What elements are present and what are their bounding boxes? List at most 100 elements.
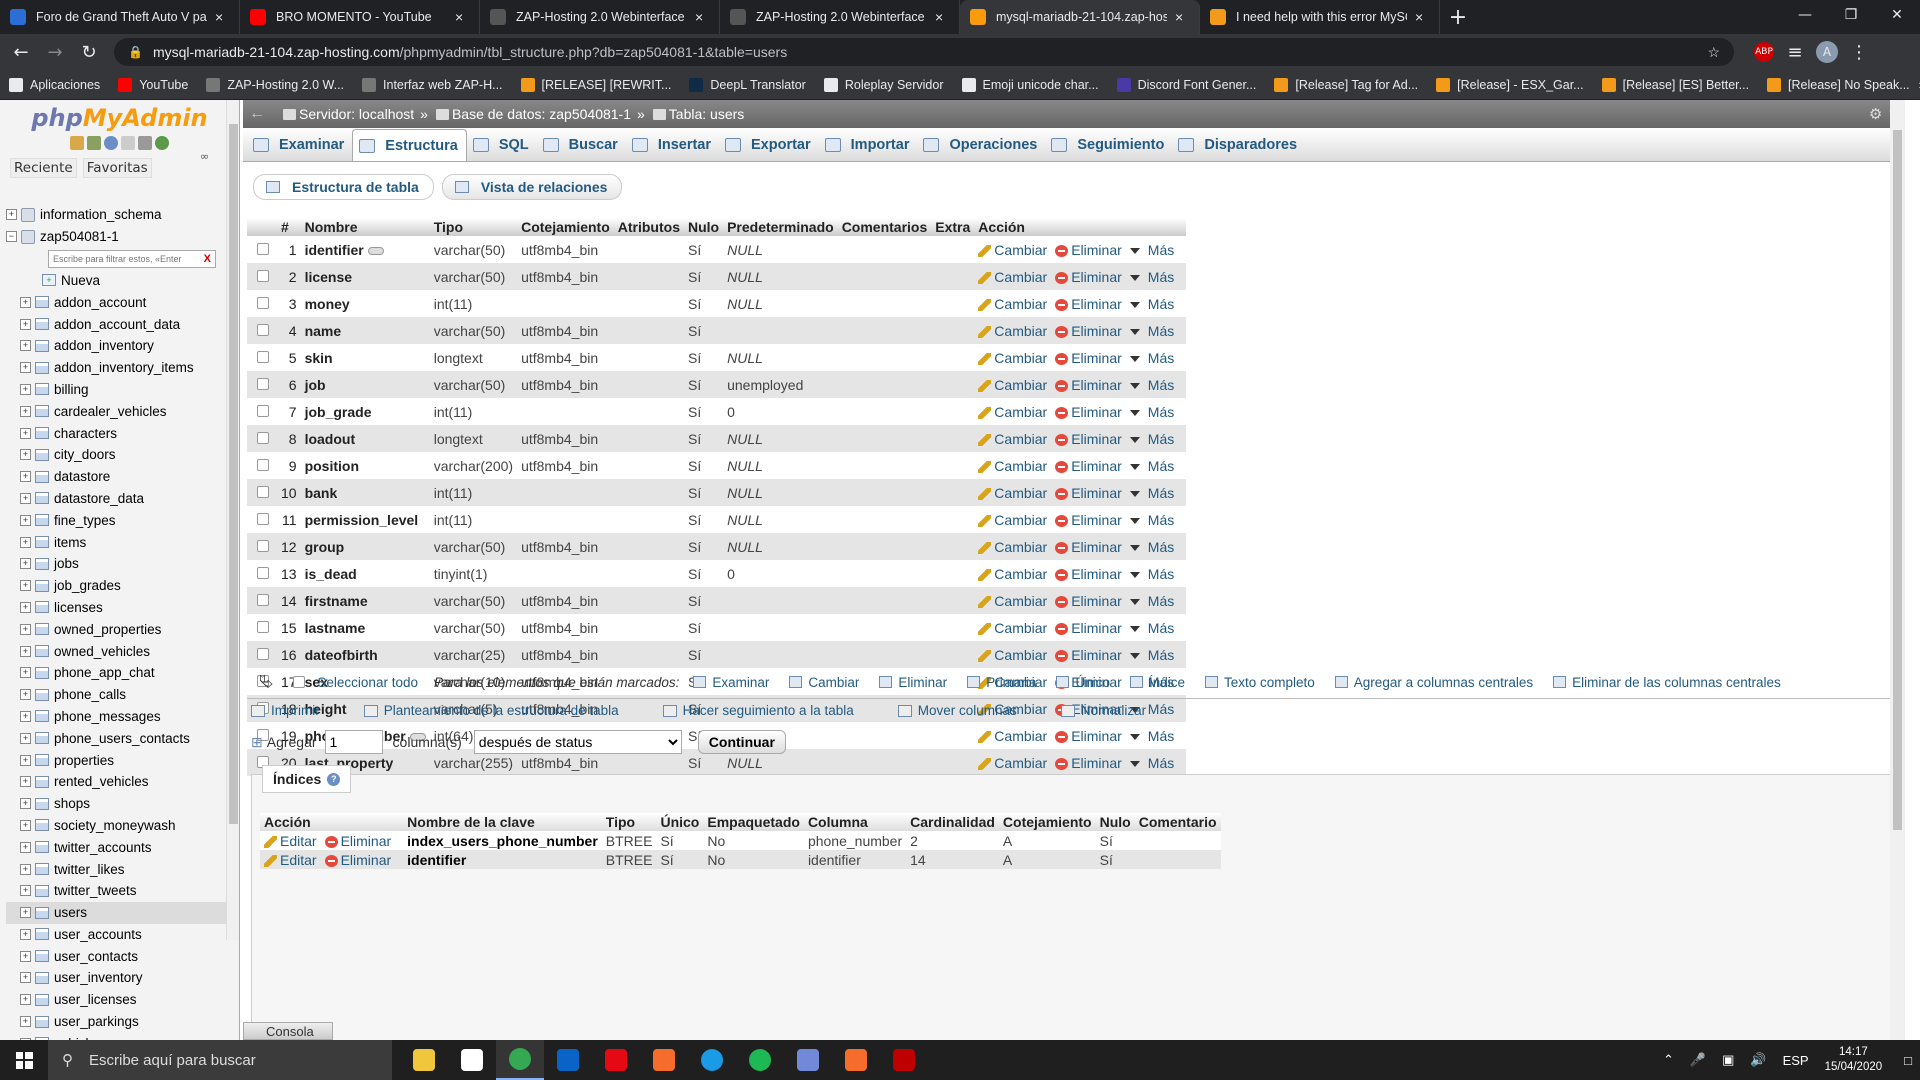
drop-column-link[interactable]: Eliminar: [1055, 728, 1122, 744]
close-tab-icon[interactable]: ×: [695, 9, 709, 25]
change-column-link[interactable]: Cambiar: [978, 296, 1047, 312]
tab-importar[interactable]: Importar: [819, 129, 918, 161]
more-actions-link[interactable]: Más: [1129, 566, 1174, 582]
taskbar-app[interactable]: [832, 1040, 880, 1080]
drop-column-link[interactable]: Eliminar: [1055, 350, 1122, 366]
expand-icon[interactable]: +: [20, 514, 31, 526]
change-column-link[interactable]: Cambiar: [978, 755, 1047, 771]
tab-disparadores[interactable]: Disparadores: [1172, 129, 1305, 161]
row-checkbox[interactable]: [257, 620, 269, 633]
expand-icon[interactable]: +: [20, 362, 31, 374]
column-name[interactable]: money: [305, 296, 350, 312]
column-name[interactable]: firstname: [305, 593, 368, 609]
close-tab-icon[interactable]: ×: [1415, 9, 1429, 25]
row-checkbox[interactable]: [257, 593, 269, 606]
url-field[interactable]: 🔒 mysql-mariadb-21-104.zap-hosting.com /…: [114, 38, 1734, 66]
recent-tab[interactable]: Reciente: [10, 158, 77, 178]
close-tab-icon[interactable]: ×: [215, 9, 229, 25]
column-name[interactable]: job_grade: [305, 404, 372, 420]
drop-column-link[interactable]: Eliminar: [1055, 512, 1122, 528]
home-icon[interactable]: [70, 136, 84, 150]
table-link[interactable]: Normalizar: [1060, 703, 1168, 718]
breadcrumb-table[interactable]: Tabla: users: [669, 106, 744, 122]
back-icon[interactable]: ←: [8, 39, 34, 65]
minimize-icon[interactable]: —: [1782, 0, 1828, 30]
change-column-link[interactable]: Cambiar: [978, 566, 1047, 582]
column-position-select[interactable]: después de status: [473, 730, 682, 754]
more-actions-link[interactable]: Más: [1129, 755, 1174, 771]
tray-chevron-icon[interactable]: ⌃: [1663, 1052, 1674, 1068]
drop-column-link[interactable]: Eliminar: [1055, 242, 1122, 258]
tab-estructura[interactable]: Estructura: [352, 129, 467, 161]
expand-icon[interactable]: +: [20, 558, 31, 570]
navigation-scrollbar[interactable]: [226, 100, 239, 940]
adblock-icon[interactable]: ABP: [1754, 42, 1774, 62]
expand-icon[interactable]: +: [20, 994, 31, 1006]
table-node[interactable]: + addon_account_data: [6, 313, 226, 335]
collapse-link-icon[interactable]: ∞: [200, 150, 209, 163]
bookmark-item[interactable]: Emoji unicode char...: [961, 77, 1099, 92]
change-column-link[interactable]: Cambiar: [978, 593, 1047, 609]
new-table-node[interactable]: + Nueva: [6, 270, 226, 292]
help-icon[interactable]: [104, 136, 118, 150]
table-node[interactable]: + addon_inventory_items: [6, 357, 226, 379]
expand-icon[interactable]: +: [20, 689, 31, 701]
expand-icon[interactable]: +: [20, 1016, 31, 1028]
console-toggle[interactable]: Consola: [243, 1022, 333, 1040]
table-node[interactable]: + users: [6, 901, 226, 924]
bulk-action-button[interactable]: Eliminar: [879, 675, 947, 690]
reload-navigation-icon[interactable]: [155, 136, 169, 150]
browser-tab[interactable]: ZAP-Hosting 2.0 Webinterface - (×: [720, 0, 960, 34]
column-name[interactable]: skin: [305, 350, 333, 366]
start-button[interactable]: [0, 1040, 48, 1080]
row-checkbox[interactable]: [257, 485, 269, 498]
bookmark-item[interactable]: Aplicaciones: [9, 77, 100, 92]
microphone-icon[interactable]: 🎤: [1690, 1052, 1706, 1068]
expand-icon[interactable]: +: [20, 732, 31, 744]
browser-tab[interactable]: BRO MOMENTO - YouTube ×: [240, 0, 480, 34]
table-node[interactable]: + phone_calls: [6, 684, 226, 706]
help-icon[interactable]: ?: [327, 772, 341, 786]
bookmark-item[interactable]: Roleplay Servidor: [823, 77, 944, 92]
bulk-action-button[interactable]: Examinar: [693, 675, 769, 690]
table-node[interactable]: + licenses: [6, 597, 226, 619]
column-name[interactable]: bank: [305, 485, 338, 501]
more-actions-link[interactable]: Más: [1129, 377, 1174, 393]
table-node[interactable]: + job_grades: [6, 575, 226, 597]
tab-seguimiento[interactable]: Seguimiento: [1045, 129, 1172, 161]
browser-tab[interactable]: mysql-mariadb-21-104.zap-hosti ×: [960, 0, 1200, 34]
logout-icon[interactable]: [87, 136, 101, 150]
more-actions-link[interactable]: Más: [1129, 485, 1174, 501]
more-actions-link[interactable]: Más: [1129, 431, 1174, 447]
collapse-icon[interactable]: −: [6, 231, 17, 243]
change-column-link[interactable]: Cambiar: [978, 242, 1047, 258]
tab-examinar[interactable]: Examinar: [247, 129, 352, 161]
table-node[interactable]: + properties: [6, 749, 226, 771]
breadcrumb-database[interactable]: Base de datos: zap504081-1: [452, 106, 631, 122]
more-actions-link[interactable]: Más: [1129, 323, 1174, 339]
more-actions-link[interactable]: Más: [1129, 593, 1174, 609]
table-node[interactable]: + rented_vehicles: [6, 771, 226, 793]
table-link[interactable]: Hacer seguimiento a la tabla: [662, 703, 876, 718]
row-checkbox[interactable]: [257, 431, 269, 444]
forward-icon[interactable]: →: [42, 39, 68, 65]
expand-icon[interactable]: +: [20, 819, 31, 831]
select-all-checkbox[interactable]: [293, 676, 306, 688]
taskbar-search[interactable]: ⚲ Escribe aquí para buscar: [48, 1040, 392, 1080]
table-node[interactable]: + society_moneywash: [6, 815, 226, 837]
taskbar-app[interactable]: [400, 1040, 448, 1080]
drop-column-link[interactable]: Eliminar: [1055, 323, 1122, 339]
drop-column-link[interactable]: Eliminar: [1055, 566, 1122, 582]
expand-icon[interactable]: +: [20, 907, 31, 919]
table-filter-input[interactable]: Escribe para filtrar estos, «Enter X: [48, 249, 216, 268]
settings-icon[interactable]: [138, 136, 152, 150]
column-name[interactable]: group: [305, 539, 345, 555]
drop-index-link[interactable]: Eliminar: [324, 833, 391, 849]
table-node[interactable]: + addon_account: [6, 291, 226, 313]
select-all-label[interactable]: Seleccionar todo: [317, 675, 418, 690]
change-column-link[interactable]: Cambiar: [978, 404, 1047, 420]
tab-buscar[interactable]: Buscar: [537, 129, 626, 161]
clear-filter-icon[interactable]: X: [204, 253, 211, 265]
more-actions-link[interactable]: Más: [1129, 728, 1174, 744]
drop-column-link[interactable]: Eliminar: [1055, 296, 1122, 312]
